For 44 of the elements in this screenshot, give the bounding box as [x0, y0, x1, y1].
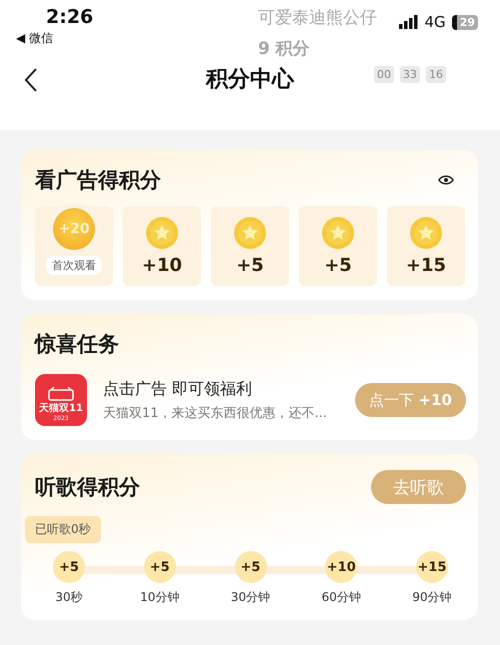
- milestone-points: +5: [53, 551, 85, 583]
- product-name: 可爱泰迪熊公仔: [258, 7, 377, 29]
- milestone-time: 30秒: [55, 589, 83, 606]
- status-time: 2:26: [46, 6, 94, 28]
- signal-icon: [398, 15, 419, 29]
- star-coin-icon: [234, 216, 266, 248]
- eye-icon[interactable]: [438, 174, 454, 186]
- battery-level: 29: [452, 14, 478, 30]
- milestone-points: +10: [325, 551, 358, 583]
- milestone-points: +5: [144, 551, 176, 583]
- reward-tile[interactable]: +15: [387, 206, 465, 286]
- reward-points: +5: [236, 254, 264, 276]
- card-title: 看广告得积分: [35, 167, 161, 194]
- back-to-app-link[interactable]: ◀ 微信: [16, 30, 94, 47]
- reward-points: +10: [142, 254, 182, 276]
- network-type: 4G: [424, 13, 446, 31]
- reward-points: +15: [406, 254, 446, 276]
- countdown-digit: 00: [374, 66, 394, 83]
- card-title: 惊喜任务: [35, 332, 119, 356]
- countdown-digit: 16: [426, 66, 446, 83]
- coin-icon: +20: [53, 208, 95, 250]
- milestone-time: 30分钟: [230, 589, 270, 606]
- listened-time-tooltip: 已听歌0秒: [25, 516, 101, 543]
- milestone-time: 90分钟: [412, 589, 452, 606]
- task-description: 天猫双11，来这买东西很优惠，还不...: [103, 404, 328, 422]
- reward-tile[interactable]: +5: [299, 206, 377, 286]
- reward-tile[interactable]: +10: [123, 206, 201, 286]
- product-points: 9 积分: [258, 38, 310, 60]
- reward-tile[interactable]: +5: [211, 206, 289, 286]
- card-title: 听歌得积分: [35, 474, 140, 501]
- countdown-digit: 33: [400, 66, 420, 83]
- back-icon[interactable]: [24, 67, 38, 93]
- milestone-points: +15: [416, 551, 448, 583]
- milestone-time: 60分钟: [322, 589, 361, 606]
- star-coin-icon: [410, 216, 442, 248]
- star-coin-icon: [146, 216, 178, 248]
- page-title: 积分中心: [206, 66, 294, 94]
- milestone-time: 10分钟: [140, 589, 180, 606]
- task-heading: 点击广告 即可领福利: [103, 378, 254, 400]
- star-coin-icon: [322, 216, 354, 248]
- milestone-points: +5: [234, 551, 266, 583]
- reward-points: +5: [324, 254, 352, 276]
- reward-caption: 首次观看: [46, 256, 102, 274]
- reward-tile[interactable]: +20 首次观看: [35, 206, 113, 286]
